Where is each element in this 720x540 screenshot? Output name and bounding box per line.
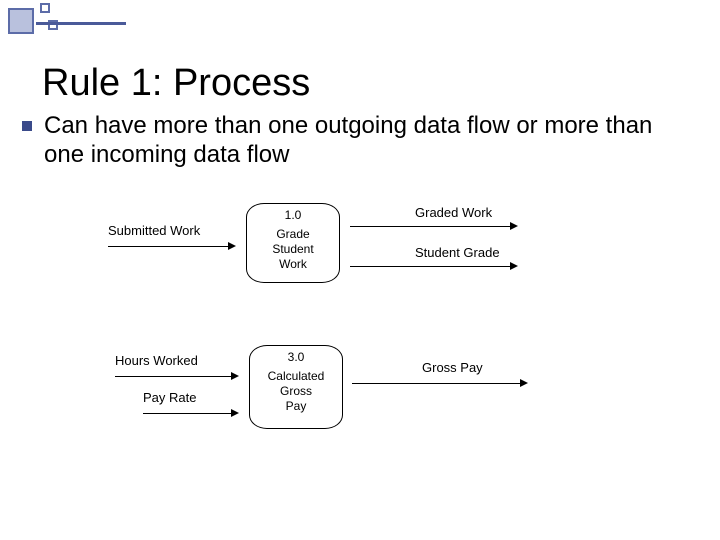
slide-title: Rule 1: Process: [42, 62, 310, 105]
flow-label-hours-worked: Hours Worked: [115, 353, 198, 368]
bullet-text: Can have more than one outgoing data flo…: [44, 112, 690, 170]
arrow-line: [350, 226, 510, 227]
flow-label-graded-work: Graded Work: [415, 205, 492, 220]
process-calculated-gross-pay: 3.0 Calculated Gross Pay: [249, 345, 343, 429]
flow-label-gross-pay: Gross Pay: [422, 360, 483, 375]
arrow-line: [108, 246, 228, 247]
process-name: Grade Student Work: [272, 227, 313, 271]
arrow-head-icon: [510, 262, 518, 270]
bullet-icon: [22, 121, 32, 131]
arrow-head-icon: [520, 379, 528, 387]
arrow-line: [115, 376, 231, 377]
arrow-head-icon: [510, 222, 518, 230]
corner-decoration: [0, 0, 150, 50]
flow-label-pay-rate: Pay Rate: [143, 390, 196, 405]
process-name: Calculated Gross Pay: [268, 369, 325, 413]
arrow-head-icon: [231, 372, 239, 380]
flow-label-submitted-work: Submitted Work: [108, 223, 200, 238]
process-grade-student-work: 1.0 Grade Student Work: [246, 203, 340, 283]
arrow-head-icon: [228, 242, 236, 250]
flow-label-student-grade: Student Grade: [415, 245, 500, 260]
arrow-line: [352, 383, 520, 384]
process-id: 1.0: [247, 208, 339, 223]
bullet-item: Can have more than one outgoing data flo…: [22, 112, 690, 170]
arrow-line: [350, 266, 510, 267]
diagram-area: Submitted Work 1.0 Grade Student Work Gr…: [0, 195, 720, 535]
arrow-head-icon: [231, 409, 239, 417]
process-id: 3.0: [250, 350, 342, 365]
arrow-line: [143, 413, 231, 414]
